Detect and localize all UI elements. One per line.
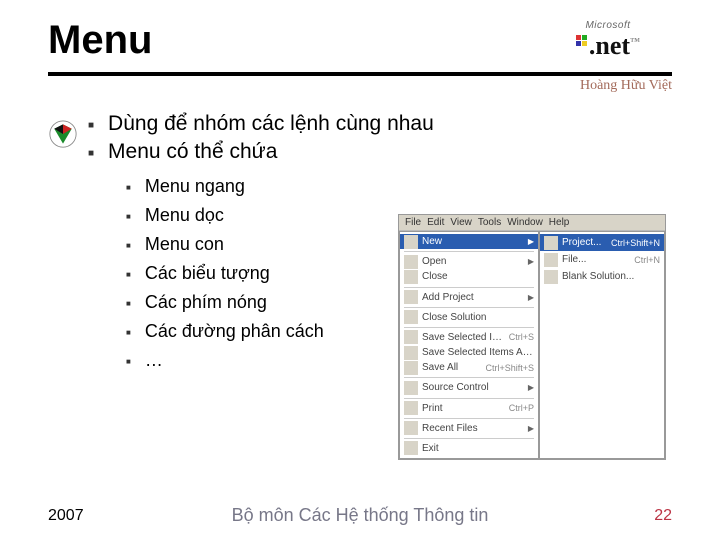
submenu-arrow-icon: ▶ — [528, 237, 534, 246]
menu-item-label: File... — [562, 254, 630, 265]
menubar-item: Edit — [427, 217, 444, 228]
menu-column-right: Project... Ctrl+Shift+N File... Ctrl+N Blank… — [539, 231, 665, 459]
menu-item-icon — [404, 441, 418, 455]
menu-item: Blank Solution... — [540, 268, 664, 285]
menu-item: Recent Files ▶ — [400, 421, 538, 436]
menu-separator — [404, 418, 534, 419]
menu-item: New ▶ — [400, 234, 538, 249]
dotnet-word: .net™ — [576, 31, 640, 61]
menu-item: Save Selected Items Ctrl+S — [400, 330, 538, 345]
submenu-arrow-icon: ▶ — [528, 293, 534, 302]
submenu-arrow-icon: ▶ — [528, 424, 534, 433]
menu-item-icon — [404, 330, 418, 344]
list-item: Menu ngang — [126, 176, 672, 197]
menu-separator — [404, 377, 534, 378]
menubar-item: Tools — [478, 217, 501, 228]
menubar-item: File — [405, 217, 421, 228]
footer-department: Bộ môn Các Hệ thống Thông tin — [128, 505, 592, 526]
menu-separator — [404, 307, 534, 308]
menubar-item: View — [450, 217, 472, 228]
menu-item: Exit — [400, 441, 538, 456]
menu-item-label: Recent Files — [422, 423, 524, 434]
menu-item-icon — [404, 361, 418, 375]
menu-item: File... Ctrl+N — [540, 251, 664, 268]
submenu-arrow-icon: ▶ — [528, 257, 534, 266]
menu-item: Close — [400, 269, 538, 284]
header-row: Menu Microsoft .net™ — [48, 18, 672, 64]
page-number: 22 — [592, 507, 672, 525]
slide: Menu Microsoft .net™ Hoàng Hữu Việt — [0, 0, 720, 540]
submenu-arrow-icon: ▶ — [528, 383, 534, 392]
menu-item: Close Solution — [400, 310, 538, 325]
menu-item-label: Save Selected Items — [422, 332, 505, 343]
menu-item-icon — [544, 253, 558, 267]
menu-item-icon — [544, 270, 558, 284]
menu-item-shortcut: Ctrl+Shift+S — [485, 363, 534, 373]
menu-item-shortcut: Ctrl+P — [509, 403, 534, 413]
menu-item-icon — [404, 270, 418, 284]
menu-item: Add Project ▶ — [400, 289, 538, 304]
menu-item-shortcut: Ctrl+Shift+N — [611, 238, 660, 248]
menu-item-icon — [404, 235, 418, 249]
menu-item: Print Ctrl+P — [400, 400, 538, 415]
trademark-icon: ™ — [630, 36, 640, 47]
menubar-item: Help — [549, 217, 570, 228]
menu-item-shortcut: Ctrl+N — [634, 255, 660, 265]
menu-column-left: New ▶ Open ▶ Close Add Project ▶ Close Solution… — [399, 231, 539, 459]
menu-item-label: Print — [422, 403, 505, 414]
dotnet-text: .net — [589, 31, 630, 60]
menu-item: Save All Ctrl+Shift+S — [400, 360, 538, 375]
menubar: File Edit View Tools Window Help — [399, 215, 665, 231]
bullet-list-level1: Dùng để nhóm các lệnh cùng nhau Menu có … — [78, 112, 672, 164]
menu-item-icon — [404, 421, 418, 435]
menu-item-label: Save Selected Items As... — [422, 347, 534, 358]
menu-item-icon — [404, 381, 418, 395]
menu-item-label: Close Solution — [422, 312, 534, 323]
menu-item-label: Add Project — [422, 292, 524, 303]
menu-item-label: Close — [422, 271, 534, 282]
four-squares-icon — [576, 35, 587, 46]
menu-item-label: Open — [422, 256, 524, 267]
menu-item: Source Control ▶ — [400, 380, 538, 395]
menu-separator — [404, 438, 534, 439]
menu-item-label: Blank Solution... — [562, 271, 660, 282]
footer-year: 2007 — [48, 507, 128, 525]
menu-screenshot: File Edit View Tools Window Help New▶Ope… — [398, 214, 666, 460]
list-item: Menu có thể chứa — [88, 140, 672, 164]
menu-separator — [404, 327, 534, 328]
list-item: Dùng để nhóm các lệnh cùng nhau — [88, 112, 672, 136]
menu-item-label: Save All — [422, 362, 481, 373]
title-rule — [48, 72, 672, 76]
menu-item-icon — [404, 310, 418, 324]
menu-separator — [404, 287, 534, 288]
menu-separator — [404, 251, 534, 252]
menu-item-label: Project... — [562, 237, 607, 248]
author-name: Hoàng Hữu Việt — [580, 78, 672, 94]
menu-item-shortcut: Ctrl+S — [509, 332, 534, 342]
menu-item-icon — [404, 346, 418, 360]
menu-item-label: Exit — [422, 443, 534, 454]
menu-item: Save Selected Items As... — [400, 345, 538, 360]
microsoft-word: Microsoft — [585, 20, 630, 31]
menu-item-icon — [544, 236, 558, 250]
footer: 2007 Bộ môn Các Hệ thống Thông tin 22 — [0, 505, 720, 526]
dotnet-logo: Microsoft .net™ — [544, 16, 672, 64]
menu-item-icon — [404, 401, 418, 415]
menu-item: Open ▶ — [400, 254, 538, 269]
menu-item-label: Source Control — [422, 382, 524, 393]
menubar-item: Window — [507, 217, 543, 228]
shield-icon — [49, 120, 77, 148]
menu-item-label: New — [422, 236, 524, 247]
menu-item-icon — [404, 290, 418, 304]
menu-separator — [404, 398, 534, 399]
slide-title: Menu — [48, 18, 152, 63]
menu-item-icon — [404, 255, 418, 269]
menu-item: Project... Ctrl+Shift+N — [540, 234, 664, 251]
